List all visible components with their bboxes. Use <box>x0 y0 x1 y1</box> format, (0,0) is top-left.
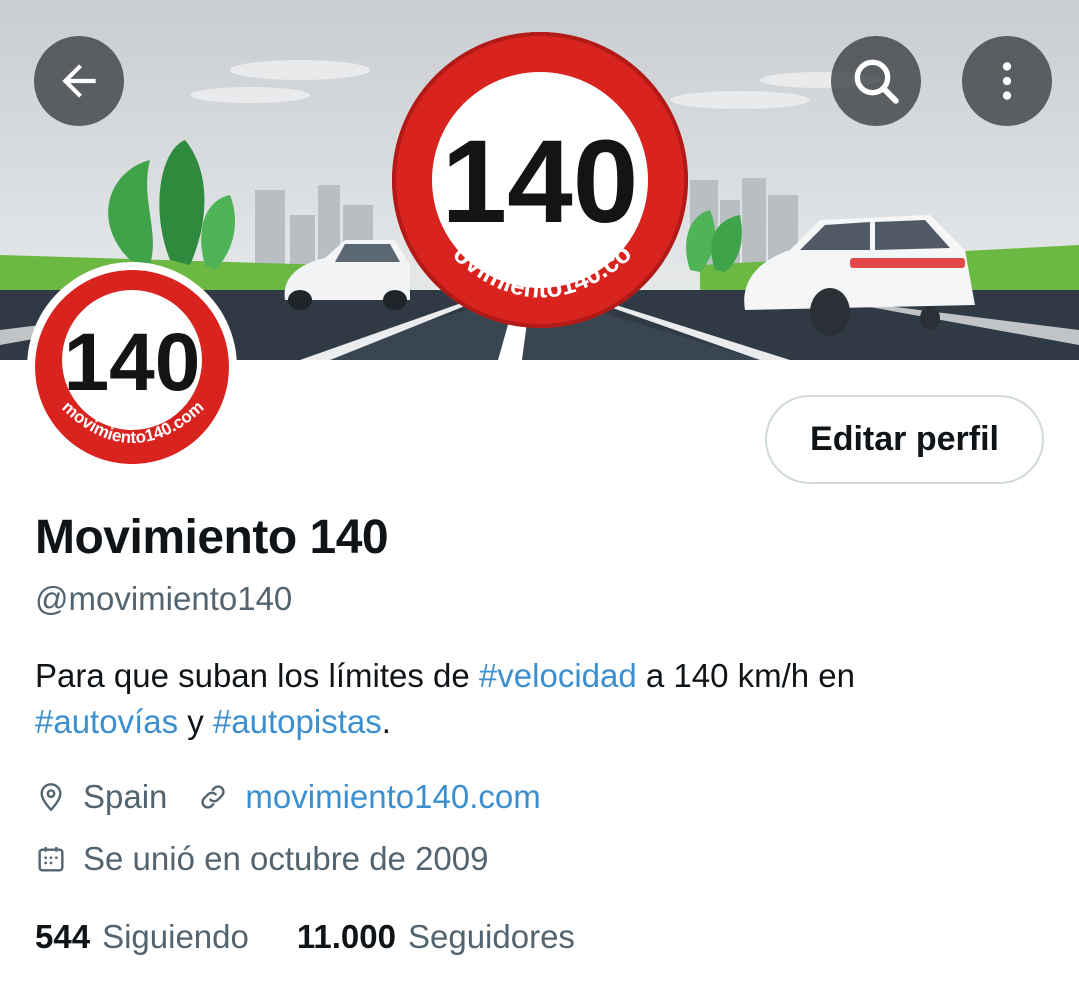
followers-stat[interactable]: 11.000 Seguidores <box>297 918 575 956</box>
profile-handle: @movimiento140 <box>35 580 293 617</box>
following-stat[interactable]: 544 Siguiendo <box>35 918 249 956</box>
hashtag-autopistas[interactable]: #autopistas <box>213 703 382 740</box>
search-icon <box>854 59 899 104</box>
search-button[interactable] <box>831 36 921 126</box>
calendar-icon <box>35 843 67 875</box>
profile-stats: 544 Siguiendo 11.000 Seguidores <box>35 918 575 956</box>
more-options-button[interactable] <box>962 36 1052 126</box>
following-count: 544 <box>35 918 91 955</box>
edit-profile-button[interactable]: Editar perfil <box>765 395 1044 484</box>
profile-website-link[interactable]: movimiento140.com <box>245 778 540 816</box>
hashtag-velocidad[interactable]: #velocidad <box>479 657 637 694</box>
location-pin-icon <box>35 781 67 813</box>
avatar-number: 140 <box>64 317 201 408</box>
followers-count: 11.000 <box>296 918 396 955</box>
avatar[interactable]: 140 movimiento140.com <box>27 262 237 472</box>
bio-text: y <box>178 703 213 740</box>
profile-bio: Para que suban los límites de #velocidad… <box>35 653 1035 745</box>
arrow-left-icon <box>62 64 96 98</box>
banner-sign-number: 140 <box>442 116 639 248</box>
bio-text: . <box>381 703 391 740</box>
profile-joined-row: Se unió en octubre de 2009 <box>35 840 489 878</box>
avatar-image: 140 movimiento140.com <box>35 270 229 464</box>
profile-joined-date: Se unió en octubre de 2009 <box>83 840 489 877</box>
bio-text: Para que suban los límites de <box>35 657 479 694</box>
bio-text: a 140 km/h en <box>636 657 856 694</box>
profile-location: Spain <box>83 778 168 815</box>
display-name: Movimiento 140 <box>35 511 389 564</box>
following-label: Siguiendo <box>102 918 249 955</box>
followers-label: Seguidores <box>407 918 575 955</box>
profile-meta-row: Spain movimiento140.com <box>35 778 541 816</box>
link-icon <box>197 781 229 813</box>
more-vertical-icon <box>1002 62 1012 100</box>
hashtag-autovias[interactable]: #autovías <box>35 703 178 740</box>
back-button[interactable] <box>34 36 124 126</box>
